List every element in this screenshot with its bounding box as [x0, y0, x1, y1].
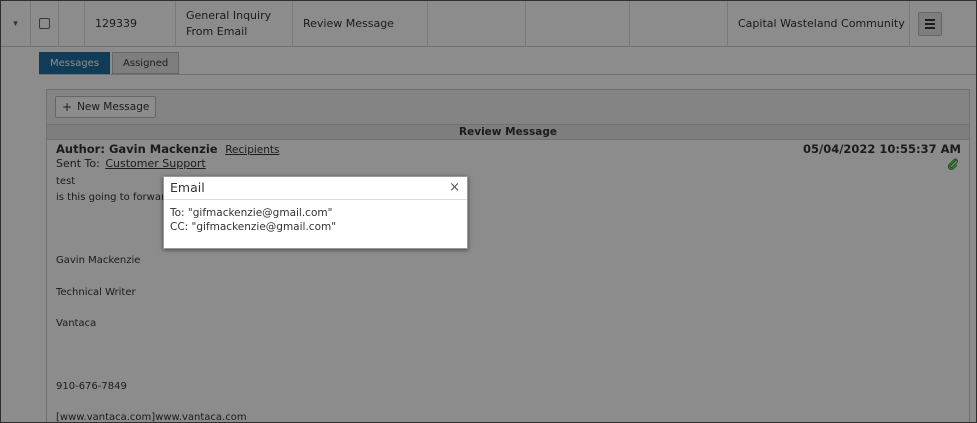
modal-body: To: "gifmackenzie@gmail.com" CC: "gifmac…	[164, 200, 467, 240]
email-recipients-modal: Email × To: "gifmackenzie@gmail.com" CC:…	[163, 176, 468, 249]
modal-header: Email ×	[164, 177, 467, 200]
modal-title: Email	[170, 180, 205, 195]
cc-line: CC: "gifmackenzie@gmail.com"	[170, 221, 337, 233]
modal-backdrop[interactable]	[0, 0, 977, 423]
close-icon[interactable]: ×	[449, 180, 460, 195]
to-line: To: "gifmackenzie@gmail.com"	[170, 207, 333, 219]
